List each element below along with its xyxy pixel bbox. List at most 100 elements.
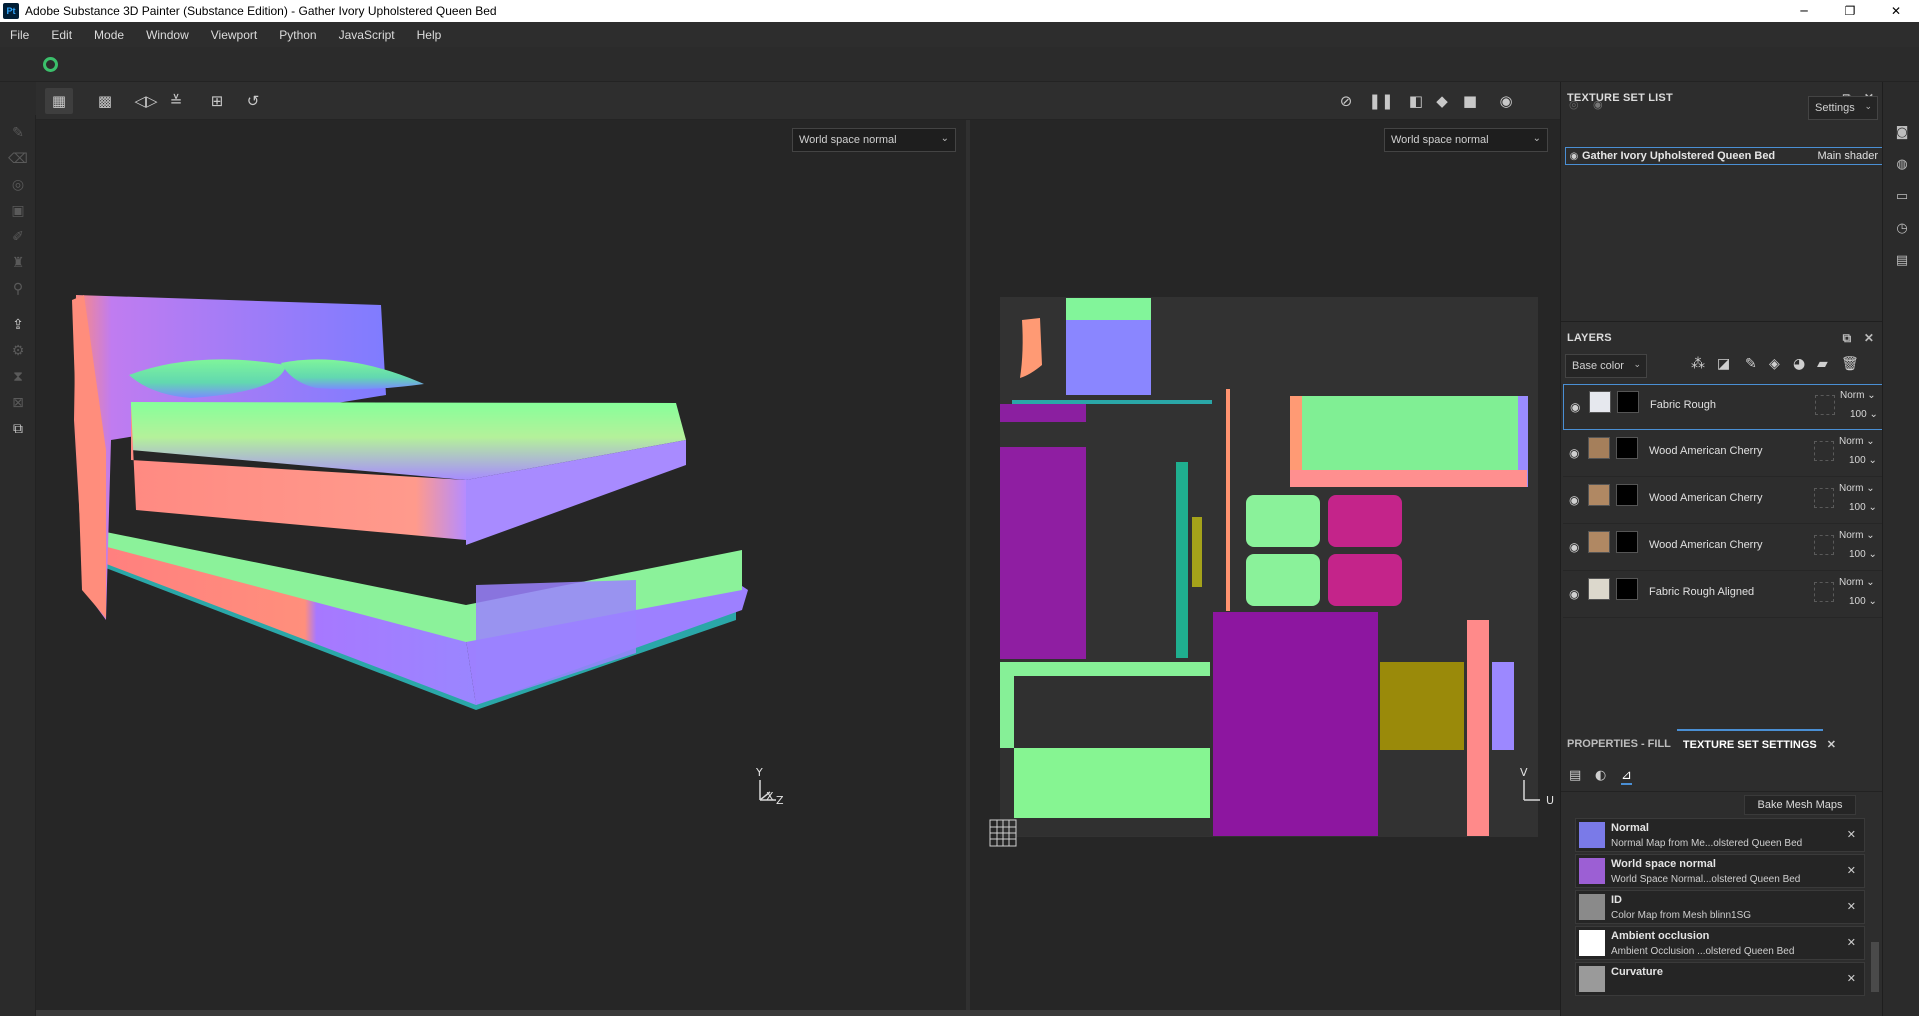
remove-map-icon[interactable]: ✕ <box>1847 936 1856 949</box>
frame-icon[interactable]: ⊞ <box>203 88 231 114</box>
tab-texture-set-settings[interactable]: TEXTURE SET SETTINGS <box>1676 729 1823 759</box>
layer-mask-thumbnail[interactable] <box>1617 391 1639 413</box>
layer-channel-dropdown[interactable]: Base color ⌄ <box>1565 354 1647 378</box>
cube-view-icon[interactable]: ◆ <box>1428 88 1456 114</box>
split-view-icon[interactable]: ◧ <box>1402 88 1430 114</box>
viewport-horizontal-scrollbar[interactable] <box>36 1010 1560 1016</box>
layer-row[interactable]: ◉ Wood American Cherry Norm ⌄ 100 ⌄ <box>1563 525 1883 571</box>
add-folder-icon[interactable]: ▰ <box>1817 356 1828 372</box>
menu-viewport[interactable]: Viewport <box>211 28 257 42</box>
layer-opacity[interactable]: 100 ⌄ <box>1849 455 1877 466</box>
log-icon[interactable]: ▤ <box>1893 251 1911 269</box>
clone-stamp-icon[interactable]: ♜ <box>8 253 28 273</box>
close-window-button[interactable]: ✕ <box>1873 0 1919 22</box>
menu-file[interactable]: File <box>10 28 29 42</box>
layer-effect-slot[interactable] <box>1814 582 1834 602</box>
show-all-icon[interactable]: ◉ <box>1593 98 1603 111</box>
texture-set-row[interactable]: ◉ Gather Ivory Upholstered Queen Bed Mai… <box>1565 147 1883 165</box>
layer-row[interactable]: ◉ Wood American Cherry Norm ⌄ 100 ⌄ <box>1563 431 1883 477</box>
display-settings-icon[interactable]: ◙ <box>1893 123 1911 141</box>
layer-blend-mode[interactable]: Norm ⌄ <box>1839 483 1875 494</box>
layer-mask-thumbnail[interactable] <box>1616 484 1638 506</box>
texture-set-settings-dropdown[interactable]: Settings ⌄ <box>1808 96 1878 120</box>
layer-row[interactable]: ◉ Fabric Rough Norm ⌄ 100 ⌄ <box>1563 384 1883 430</box>
viewport-3d[interactable]: World space normal ⌄ Y X Z <box>36 120 966 1010</box>
add-mask-icon[interactable]: ◪ <box>1717 356 1730 372</box>
projection-icon[interactable]: ◎ <box>8 175 28 195</box>
uv-grid-icon[interactable]: ▦ <box>45 88 73 114</box>
eye-icon[interactable]: ◉ <box>1569 446 1579 460</box>
add-fill-layer-icon[interactable]: ◈ <box>1769 356 1780 372</box>
mesh-map-row[interactable]: Normal Normal Map from Me...olstered Quee… <box>1575 818 1865 852</box>
symmetry-x-icon[interactable]: ◁▷ <box>132 88 160 114</box>
layer-effect-slot[interactable] <box>1814 535 1834 555</box>
add-effect-icon[interactable]: ⁂ <box>1691 356 1705 372</box>
layer-blend-mode[interactable]: Norm ⌄ <box>1840 390 1876 401</box>
layer-mask-thumbnail[interactable] <box>1616 437 1638 459</box>
layer-opacity[interactable]: 100 ⌄ <box>1850 409 1878 420</box>
uv-grid-icon[interactable] <box>988 818 1018 848</box>
mesh-maps-icon[interactable]: ⊿ <box>1621 768 1632 785</box>
screenshot-icon[interactable]: ◉ <box>1492 88 1520 114</box>
add-paint-layer-icon[interactable]: ✎ <box>1745 356 1757 372</box>
paint-brush-icon[interactable]: ✎ <box>8 123 28 143</box>
bake-export-icon[interactable]: ⇪ <box>8 315 28 335</box>
camera-icon[interactable]: ■ <box>1456 88 1484 114</box>
layer-effect-slot[interactable] <box>1814 441 1834 461</box>
geometry-mask-icon[interactable]: ▣ <box>8 201 28 221</box>
disabled-tool-icon[interactable]: ⊠ <box>8 393 28 413</box>
layer-opacity[interactable]: 100 ⌄ <box>1849 549 1877 560</box>
material-icon[interactable]: ◐ <box>1595 768 1606 783</box>
menu-edit[interactable]: Edit <box>51 28 72 42</box>
eye-icon[interactable]: ◉ <box>1569 587 1579 601</box>
hide-icon[interactable]: ⊘ <box>1332 88 1360 114</box>
mesh-map-row[interactable]: ID Color Map from Mesh blinn1SG ✕ <box>1575 890 1865 924</box>
smudge-icon[interactable]: ✐ <box>8 227 28 247</box>
tab-properties-fill[interactable]: PROPERTIES - FILL <box>1561 729 1677 759</box>
mesh-map-row[interactable]: Ambient occlusion Ambient Occlusion ...ol… <box>1575 926 1865 960</box>
layer-opacity[interactable]: 100 ⌄ <box>1849 596 1877 607</box>
color-picker-icon[interactable]: ⚲ <box>8 279 28 299</box>
close-tab-icon[interactable]: ✕ <box>1827 738 1836 751</box>
layer-blend-mode[interactable]: Norm ⌄ <box>1839 577 1875 588</box>
bake-mesh-maps-button[interactable]: Bake Mesh Maps <box>1744 795 1856 815</box>
minimize-button[interactable]: ─ <box>1781 0 1827 22</box>
hourglass-icon[interactable]: ⧗ <box>8 367 28 387</box>
eye-icon[interactable]: ◉ <box>1569 493 1579 507</box>
remove-map-icon[interactable]: ✕ <box>1847 900 1856 913</box>
menu-help[interactable]: Help <box>417 28 442 42</box>
snapshot-icon[interactable]: ⧉ <box>8 419 28 439</box>
maximize-button[interactable]: ❐ <box>1827 0 1873 22</box>
texture-set-icon[interactable]: ▤ <box>1569 768 1581 783</box>
mesh-map-row[interactable]: Curvature ✕ <box>1575 962 1865 996</box>
menu-python[interactable]: Python <box>279 28 316 42</box>
eraser-icon[interactable]: ⌫ <box>8 149 28 169</box>
remove-map-icon[interactable]: ✕ <box>1847 972 1856 985</box>
symmetry-y-icon[interactable]: ≚ <box>162 88 190 114</box>
layer-effect-slot[interactable] <box>1815 395 1835 415</box>
shader-settings-icon[interactable]: ◍ <box>1893 155 1911 173</box>
layer-mask-thumbnail[interactable] <box>1616 578 1638 600</box>
layer-blend-mode[interactable]: Norm ⌄ <box>1839 436 1875 447</box>
eye-icon[interactable]: ◉ <box>1570 400 1580 414</box>
layer-blend-mode[interactable]: Norm ⌄ <box>1839 530 1875 541</box>
eye-icon[interactable]: ◉ <box>1566 151 1582 162</box>
layer-row[interactable]: ◉ Wood American Cherry Norm ⌄ 100 ⌄ <box>1563 478 1883 524</box>
menu-javascript[interactable]: JavaScript <box>339 28 395 42</box>
settings-gear-icon[interactable]: ⚙ <box>8 341 28 361</box>
layer-opacity[interactable]: 100 ⌄ <box>1849 502 1877 513</box>
properties-scrollbar[interactable] <box>1871 942 1879 992</box>
float-panel-icon[interactable]: ⧉ <box>1839 330 1855 346</box>
delete-layer-icon[interactable]: 🗑 <box>1841 356 1859 372</box>
viewport-2d[interactable]: World space normal ⌄ V U <box>970 120 1560 1010</box>
close-panel-icon[interactable]: ✕ <box>1861 330 1877 346</box>
assets-icon[interactable]: ▭ <box>1893 187 1911 205</box>
history-icon[interactable]: ↺ <box>239 88 267 114</box>
layer-mask-thumbnail[interactable] <box>1616 531 1638 553</box>
eye-icon[interactable]: ◉ <box>1569 540 1579 554</box>
hide-all-icon[interactable]: ◎ <box>1569 98 1579 111</box>
sync-status-icon[interactable] <box>43 57 58 72</box>
layer-row[interactable]: ◉ Fabric Rough Aligned Norm ⌄ 100 ⌄ <box>1563 572 1883 618</box>
history-icon[interactable]: ◷ <box>1893 219 1911 237</box>
menu-mode[interactable]: Mode <box>94 28 124 42</box>
